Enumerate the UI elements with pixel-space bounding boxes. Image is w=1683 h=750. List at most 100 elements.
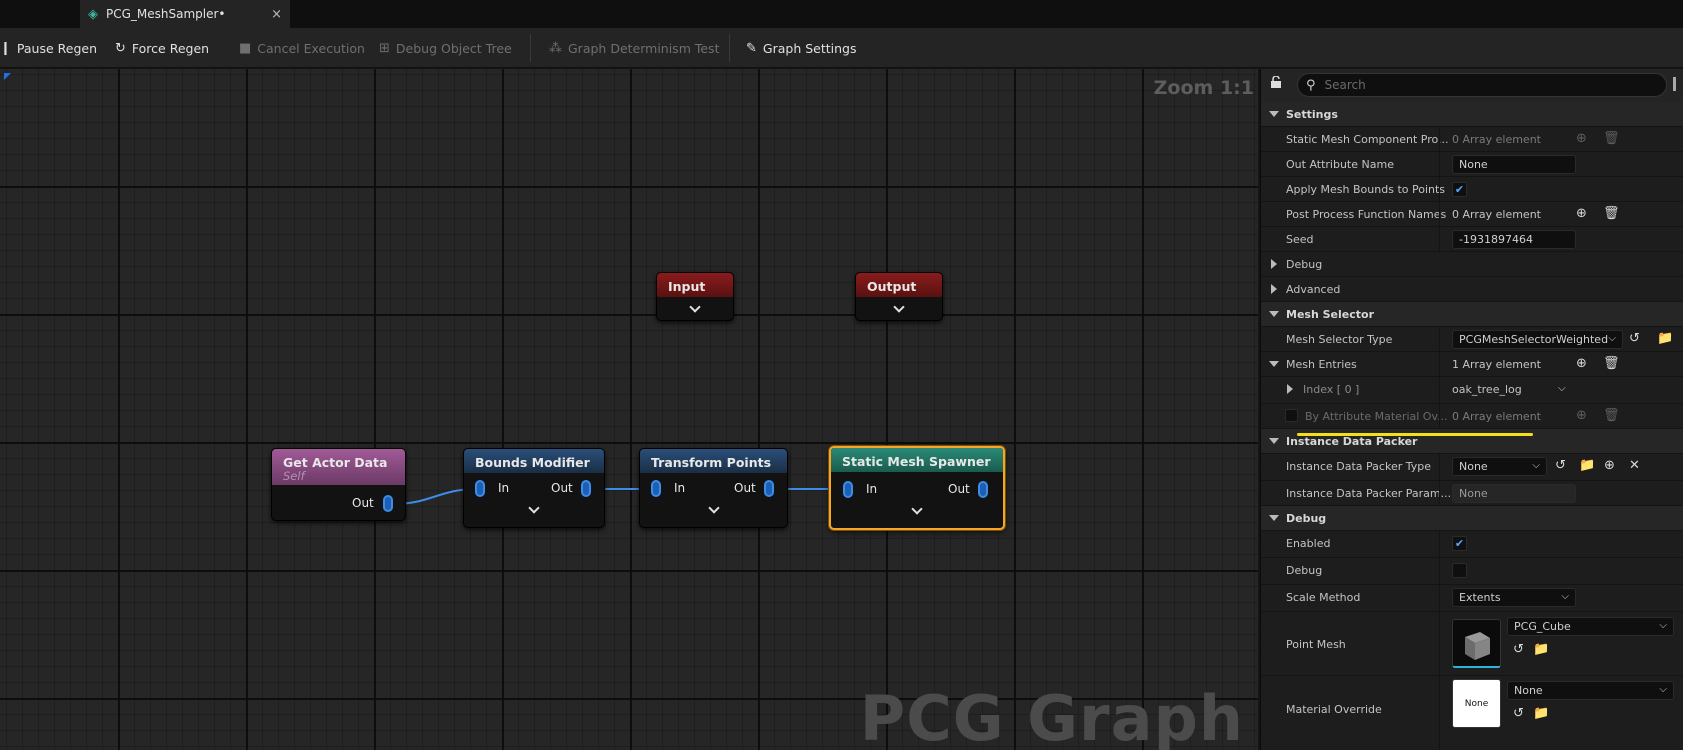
in-pin-label: In [674,481,686,495]
search-input[interactable]: ⚲ Search [1297,73,1667,97]
add-icon[interactable]: ⊕ [1576,206,1587,221]
add-icon[interactable]: ⊕ [1576,356,1587,371]
chevron-down-icon: ⌵ [1659,684,1667,695]
stop-icon: ■ [239,40,252,56]
toolbar: ❙ Pause Regen ↻ Force Regen ■ Cancel Execut… [0,28,1683,68]
prop-instance-data-packer-params: Instance Data Packer Param... None [1261,481,1683,506]
pause-regen-button[interactable]: ❙ Pause Regen [0,28,97,68]
out-attribute-name-field[interactable]: None [1452,155,1576,174]
out-pin-label: Out [352,496,374,510]
output-node[interactable]: Output [855,272,943,321]
prop-label: Instance Data Packer Type [1286,460,1432,473]
out-pin-icon[interactable] [581,480,591,497]
debug-object-tree-button[interactable]: ⊞ Debug Object Tree [379,28,512,68]
graph-canvas[interactable]: Zoom 1:1 PCG Graph Input Output Get Acto… [0,69,1258,750]
chevron-down-icon[interactable] [528,502,540,514]
trash-icon[interactable]: 🗑 [1603,131,1620,146]
prop-post-process: Post Process Function Names 0 Array eleme… [1261,202,1683,227]
out-pin-icon[interactable] [764,480,774,497]
force-regen-button[interactable]: ↻ Force Regen [115,28,209,68]
prop-index-0[interactable]: Index [ 0 ] oak_tree_log ⌵ [1261,377,1683,404]
chevron-down-icon: ⌵ [1561,591,1569,602]
in-pin-icon[interactable] [651,480,661,497]
prop-label: Apply Mesh Bounds to Points [1286,183,1446,196]
material-override-dropdown[interactable]: None ⌵ [1507,681,1674,700]
collapsed-icon [1271,284,1277,294]
trash-icon[interactable]: 🗑 [1603,356,1620,371]
cancel-execution-button[interactable]: ■ Cancel Execution [239,28,365,68]
group-advanced[interactable]: Advanced [1261,277,1683,302]
browse-icon[interactable]: 📁 [1533,706,1549,721]
section-mesh-selector[interactable]: Mesh Selector [1261,302,1683,327]
get-actor-data-node[interactable]: Get Actor Data Self Out [271,448,406,521]
debug-checkbox[interactable] [1452,563,1467,578]
graph-settings-button[interactable]: ✎ Graph Settings [746,28,857,68]
transform-points-node[interactable]: Transform Points In Out [639,448,788,528]
in-pin-icon[interactable] [843,481,853,498]
dropdown-value: Extents [1459,591,1501,604]
enabled-checkbox[interactable]: ✔ [1452,536,1467,551]
trash-icon[interactable]: 🗑 [1603,408,1620,423]
browse-icon[interactable]: 📁 [1533,642,1549,657]
chevron-down-icon[interactable] [911,503,923,515]
tab-title: PCG_MeshSampler• [106,7,226,21]
prop-value: 0 Array element [1452,410,1541,423]
unlock-icon[interactable] [1270,76,1282,88]
search-placeholder: Search [1324,78,1366,92]
chevron-down-icon[interactable]: ⌵ [1558,383,1566,394]
use-selected-icon[interactable]: ↺ [1513,706,1524,721]
tree-icon: ⊞ [379,40,390,56]
graph-determinism-test-button[interactable]: ⁂ Graph Determinism Test [549,28,719,68]
view-options-icon[interactable] [1673,77,1683,91]
apply-mesh-bounds-checkbox[interactable]: ✔ [1452,182,1467,197]
instance-data-packer-type-dropdown[interactable]: None ⌵ [1452,457,1547,476]
out-pin-icon[interactable] [383,495,393,512]
pause-icon: ❙ [0,40,11,56]
expand-icon[interactable] [1269,361,1279,367]
cancel-execution-label: Cancel Execution [257,40,365,56]
bounds-modifier-node[interactable]: Bounds Modifier In Out [463,448,605,528]
out-pin-icon[interactable] [978,481,988,498]
highlight-underline [1297,433,1533,436]
by-attribute-checkbox[interactable] [1285,409,1298,422]
add-icon[interactable]: ⊕ [1576,408,1587,423]
section-debug[interactable]: Debug [1261,506,1683,531]
group-debug[interactable]: Debug [1261,252,1683,277]
node-title: Input [657,273,733,297]
chevron-down-icon[interactable] [689,301,701,313]
tab-pcg-meshsampler[interactable]: ◈ PCG_MeshSampler• × [80,0,290,28]
use-selected-icon[interactable]: ↺ [1513,642,1524,657]
expand-icon [1269,111,1279,117]
mesh-selector-type-dropdown[interactable]: PCGMeshSelectorWeighted ⌵ [1452,330,1623,349]
pcg-graph-icon: ◈ [88,6,98,22]
node-title: Static Mesh Spawner [831,448,1003,472]
input-node[interactable]: Input [656,272,734,321]
prop-label: Debug [1286,564,1323,577]
cube-icon [1465,632,1490,660]
scale-method-dropdown[interactable]: Extents ⌵ [1452,588,1576,607]
point-mesh-dropdown[interactable]: PCG_Cube ⌵ [1507,617,1674,636]
prop-mesh-entries: Mesh Entries 1 Array element ⊕ 🗑 [1261,352,1683,377]
expand-icon [1269,311,1279,317]
chevron-down-icon[interactable] [893,301,905,313]
add-icon[interactable]: ⊕ [1576,131,1587,146]
chevron-down-icon[interactable] [708,502,720,514]
browse-icon[interactable]: 📁 [1579,458,1595,473]
prop-label: Index [ 0 ] [1303,383,1360,396]
prop-value: 0 Array element [1452,133,1541,146]
prop-mesh-selector-type: Mesh Selector Type PCGMeshSelectorWeighte… [1261,327,1683,352]
reset-icon[interactable]: ↺ [1629,331,1640,346]
seed-field[interactable]: -1931897464 [1452,230,1576,249]
browse-icon[interactable]: 📁 [1657,331,1673,346]
point-mesh-thumbnail[interactable] [1452,619,1501,668]
in-pin-icon[interactable] [475,480,485,497]
static-mesh-spawner-node[interactable]: Static Mesh Spawner In Out [829,446,1005,530]
close-icon[interactable]: × [271,7,282,22]
section-settings[interactable]: Settings [1261,102,1683,127]
material-thumbnail[interactable]: None [1452,679,1501,728]
trash-icon[interactable]: 🗑 [1603,206,1620,221]
add-icon[interactable]: ⊕ [1604,458,1615,473]
clear-icon[interactable]: ✕ [1629,458,1640,473]
reset-icon[interactable]: ↺ [1555,458,1566,473]
prop-enabled: Enabled ✔ [1261,531,1683,558]
